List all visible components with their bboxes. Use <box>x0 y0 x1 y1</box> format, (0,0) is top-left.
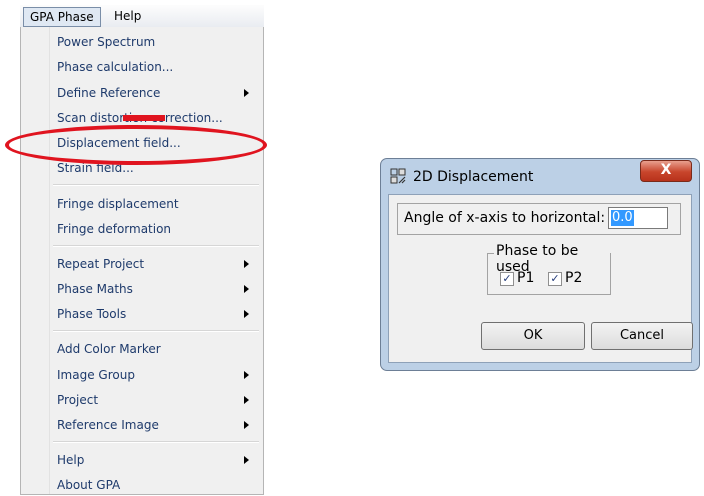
phase-group: Phase to be used ✓ P1 ✓ P2 <box>487 243 611 295</box>
menu-bar: GPA Phase Help <box>20 5 264 28</box>
menu-item-fringe-displacement[interactable]: Fringe displacement <box>57 193 263 215</box>
menu-item-repeat-project[interactable]: Repeat Project <box>57 253 263 275</box>
dialog-titlebar[interactable]: 2D Displacement X <box>381 159 699 195</box>
menu-item-phase-calculation[interactable]: Phase calculation... <box>57 56 263 78</box>
menu-separator <box>53 330 259 332</box>
menu-item-project[interactable]: Project <box>57 389 263 411</box>
checkbox-checked-icon: ✓ <box>548 272 562 286</box>
menu-separator <box>53 245 259 247</box>
angle-row: Angle of x-axis to horizontal: 0.0 <box>397 203 681 235</box>
submenu-arrow-icon <box>244 396 249 404</box>
angle-input[interactable]: 0.0 <box>608 207 668 229</box>
checkbox-checked-icon: ✓ <box>500 272 514 286</box>
submenu-arrow-icon <box>244 89 249 97</box>
phase-group-title: Phase to be used <box>494 243 610 275</box>
submenu-arrow-icon <box>244 285 249 293</box>
menu-item-about-gpa[interactable]: About GPA <box>57 474 263 496</box>
angle-input-value: 0.0 <box>611 210 634 226</box>
dialog-client-area: Angle of x-axis to horizontal: 0.0 Phase… <box>388 194 693 363</box>
ok-button[interactable]: OK <box>481 322 585 350</box>
menu-gpa-phase[interactable]: GPA Phase <box>23 7 101 27</box>
menu-separator <box>53 184 259 186</box>
dialog-title: 2D Displacement <box>413 169 534 185</box>
menu-help[interactable]: Help <box>108 7 147 25</box>
annotation-highlight-ellipse <box>5 125 267 165</box>
menu-item-add-color-marker[interactable]: Add Color Marker <box>57 338 263 360</box>
app-icon <box>390 168 406 184</box>
menu-item-phase-maths[interactable]: Phase Maths <box>57 278 263 300</box>
submenu-arrow-icon <box>244 260 249 268</box>
displacement-dialog: 2D Displacement X Angle of x-axis to hor… <box>380 158 700 371</box>
angle-label: Angle of x-axis to horizontal: <box>404 210 606 226</box>
cancel-button[interactable]: Cancel <box>591 322 693 350</box>
submenu-arrow-icon <box>244 310 249 318</box>
p1-label: P1 <box>517 270 535 286</box>
p2-label: P2 <box>565 270 583 286</box>
menu-item-define-reference[interactable]: Define Reference <box>57 82 263 104</box>
submenu-arrow-icon <box>244 456 249 464</box>
menu-item-reference-image[interactable]: Reference Image <box>57 414 263 436</box>
menu-item-power-spectrum[interactable]: Power Spectrum <box>57 31 263 53</box>
gpa-phase-dropdown: Power Spectrum Phase calculation... Defi… <box>20 27 264 495</box>
menu-separator <box>53 441 259 443</box>
menu-item-fringe-deformation[interactable]: Fringe deformation <box>57 218 263 240</box>
close-icon: X <box>660 162 672 178</box>
submenu-arrow-icon <box>244 421 249 429</box>
menu-item-help[interactable]: Help <box>57 449 263 471</box>
menu-item-phase-tools[interactable]: Phase Tools <box>57 303 263 325</box>
submenu-arrow-icon <box>244 371 249 379</box>
menu-icon-gutter <box>21 27 50 494</box>
menu-item-image-group[interactable]: Image Group <box>57 364 263 386</box>
close-button[interactable]: X <box>640 160 692 182</box>
annotation-strike-mark <box>123 115 165 121</box>
